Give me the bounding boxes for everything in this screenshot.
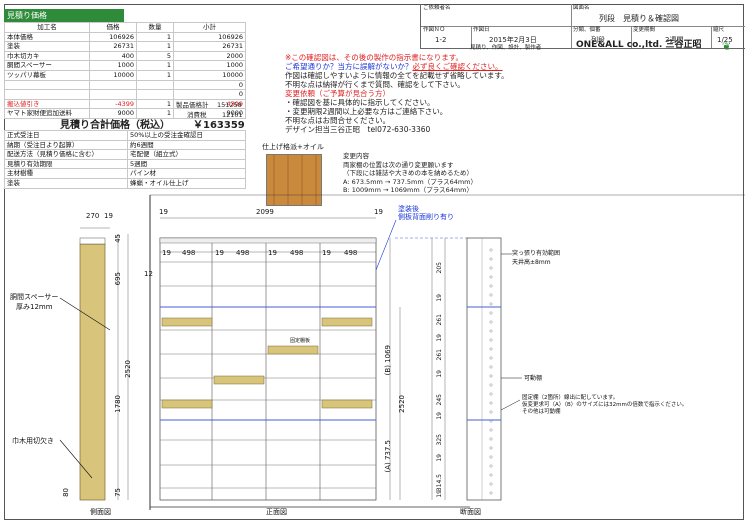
dim-bay-width: 498 (290, 249, 304, 257)
shelf-pin-hole (489, 275, 493, 279)
movable-label: 可動棚 (524, 375, 543, 382)
dim-80: 80 (62, 488, 70, 497)
shelf-pin-hole (489, 383, 493, 387)
dim-a: (A) 737.5 (384, 440, 392, 473)
shelf-pin-hole (489, 338, 493, 342)
section-dim: 325 (436, 434, 443, 446)
dim-gap-right: 19 (374, 208, 383, 216)
section-dim: 205 (436, 262, 443, 274)
shelf-pin-hole (489, 320, 493, 324)
shelf-pin-hole (489, 491, 493, 495)
kiri-label: 巾木用切欠き (12, 437, 54, 445)
dim-2520: 2520 (124, 360, 132, 378)
dim-75: 75 (114, 488, 122, 497)
shelf-pin-hole (489, 311, 493, 315)
section-view-label: 断面図 (460, 508, 481, 516)
front-shelf-board (161, 317, 213, 327)
front-view-cabinet (159, 237, 377, 501)
section-dim: 261 (436, 314, 443, 326)
shelf-pin-hole (489, 302, 493, 306)
dim-1780: 1780 (114, 395, 122, 413)
front-shelf-board (321, 317, 373, 327)
dim-bay-gap: 19 (215, 249, 224, 257)
front-shelf-board (267, 345, 319, 355)
section-dim: 19 (436, 334, 443, 342)
dim-695: 695 (114, 272, 122, 286)
top-note-2: 天井高±8mm (512, 259, 551, 266)
fixed-note: 固定棚（2箇所）線出に配しています。 仮変更求可（A）（B）のサイズには32mm… (522, 395, 687, 416)
section-dim: 19 (436, 370, 443, 378)
paint-note-2: 側板背面削り有り (398, 213, 454, 221)
shelf-pin-hole (489, 473, 493, 477)
dim-bay-gap: 19 (268, 249, 277, 257)
shelf-pin-hole (489, 284, 493, 288)
fixed-shelf-label: 固定棚板 (290, 338, 311, 344)
shelf-pin-hole (489, 329, 493, 333)
shelf-pin-hole (489, 266, 493, 270)
cad-drawing (59, 194, 745, 510)
section-dim: 19 (436, 412, 443, 420)
section-dim: 19 (436, 294, 443, 302)
dim-bay-gap: 19 (162, 249, 171, 257)
section-dim: 19 (436, 454, 443, 462)
side-view-panel (79, 227, 129, 501)
dim-12: 12 (144, 270, 153, 278)
dim-side-width: 270 (86, 212, 100, 220)
shelf-pin-hole (489, 293, 493, 297)
dim-bay-width: 498 (236, 249, 250, 257)
dim-b: (B) 1069 (384, 345, 392, 376)
dim-bay-width: 498 (182, 249, 196, 257)
section-dim: 261 (436, 349, 443, 361)
front-shelf-board (161, 399, 213, 409)
fixed-note-3: その他は可動棚 (522, 409, 561, 415)
spacer-thickness: 厚み12mm (16, 303, 53, 311)
shelf-pin-hole (489, 482, 493, 486)
shelf-pin-hole (489, 347, 493, 351)
dim-2520-front: 2520 (398, 395, 406, 413)
shelf-pin-hole (489, 392, 493, 396)
shelf-pin-hole (489, 446, 493, 450)
front-shelf-board (321, 399, 373, 409)
shelf-pin-hole (489, 248, 493, 252)
top-note-1: 突っ張り有効範囲 (512, 250, 561, 257)
shelf-pin-hole (489, 401, 493, 405)
section-dim: 314.5 (436, 474, 443, 492)
shelf-pin-hole (489, 365, 493, 369)
spacer-label: 胴間スペーサー (10, 293, 59, 301)
side-view-label: 側面図 (90, 508, 111, 516)
front-view-label: 正面図 (266, 508, 287, 516)
fixed-note-2: 仮変更求可（A）（B）のサイズには32mmの倍数で指示ください。 (522, 402, 688, 408)
dim-bay-width: 498 (344, 249, 358, 257)
shelf-pin-hole (489, 374, 493, 378)
dim-45: 45 (114, 234, 122, 243)
shelf-pin-hole (489, 464, 493, 468)
shelf-pin-hole (489, 455, 493, 459)
shelf-pin-hole (489, 356, 493, 360)
shelf-pin-hole (489, 257, 493, 261)
shelf-pin-hole (489, 437, 493, 441)
shelf-pin-hole (489, 410, 493, 414)
section-dim: 19 (436, 490, 443, 498)
fixed-note-1: 固定棚（2箇所）線出に配しています。 (522, 395, 619, 401)
shelf-pin-hole (489, 428, 493, 432)
dim-gap-left: 19 (159, 208, 168, 216)
section-dim: 245 (436, 394, 443, 406)
dim-bay-gap: 19 (322, 249, 331, 257)
front-shelf-board (213, 375, 265, 385)
dim-total-width: 2099 (256, 208, 274, 216)
dim-side-gap: 19 (104, 212, 113, 220)
